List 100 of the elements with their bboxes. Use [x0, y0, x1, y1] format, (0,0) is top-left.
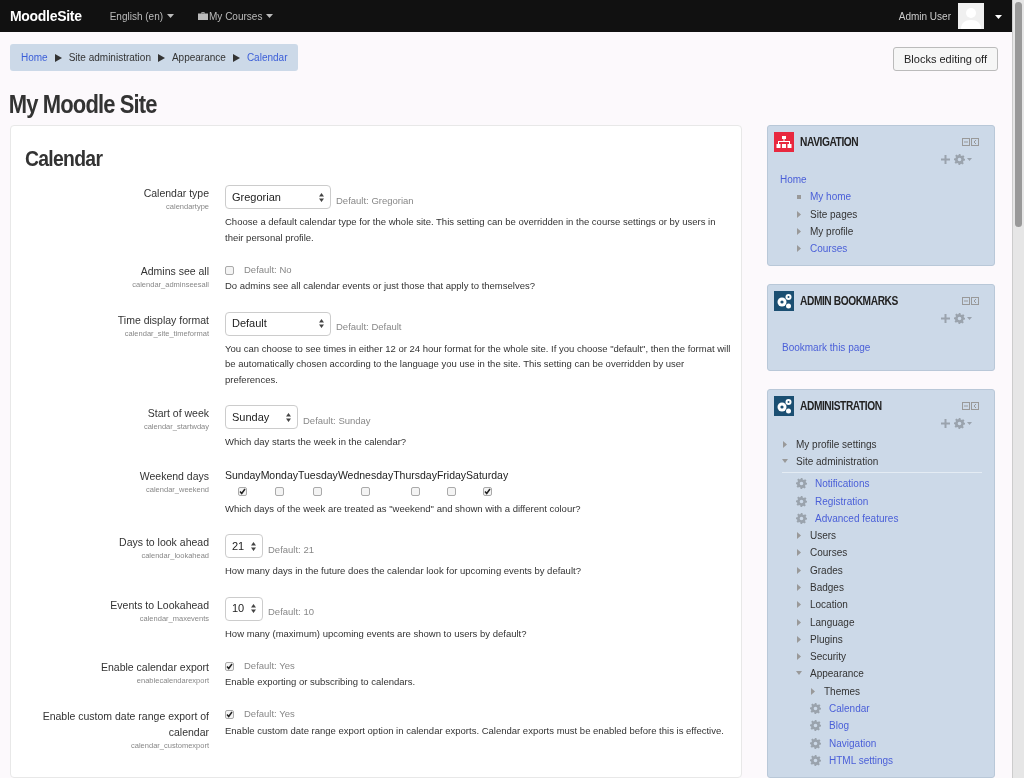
day-label: Monday	[260, 467, 298, 483]
move-icon[interactable]	[941, 155, 950, 164]
tree-item[interactable]: Appearance	[810, 666, 864, 682]
block-title: NAVIGATION	[800, 134, 859, 151]
default-note: Default: 21	[268, 542, 314, 557]
breadcrumb-item[interactable]: Appearance	[171, 50, 226, 65]
tree-item[interactable]: Language	[810, 614, 855, 630]
breadcrumb-link[interactable]: Home	[21, 50, 48, 65]
breadcrumb-item[interactable]: Site administration	[68, 50, 151, 65]
day-label: Saturday	[466, 467, 509, 483]
tree-item[interactable]: Users	[810, 528, 837, 544]
gear-icon	[796, 512, 807, 524]
spinner-icon	[319, 192, 324, 202]
tree-item[interactable]: My profile	[810, 224, 854, 240]
collapsed-arrow-icon	[796, 532, 802, 540]
checkbox[interactable]	[225, 710, 234, 719]
tree-item[interactable]: Courses	[810, 545, 848, 561]
gear-icon	[810, 754, 821, 766]
page-heading: Calendar	[25, 146, 104, 172]
checkbox[interactable]	[225, 661, 234, 671]
setting-label: Enable custom date range export of calendar	[41, 708, 209, 740]
default-note: Default: Yes	[244, 707, 295, 722]
tree-item[interactable]: Site pages	[810, 206, 858, 222]
checkbox[interactable]	[274, 486, 284, 496]
setting-description: Which days of the week are treated as "weekend" and shown with a different colour?	[225, 501, 582, 516]
gear-menu[interactable]	[954, 418, 972, 430]
setting-label: Events to Lookahead	[109, 597, 209, 613]
select-field[interactable]: Gregorian	[225, 185, 331, 209]
spinner-icon	[251, 541, 256, 551]
gear-menu[interactable]	[954, 154, 972, 165]
tree-link[interactable]: My home	[810, 189, 852, 205]
collapsed-arrow-icon	[796, 618, 802, 626]
tree-link[interactable]: Notifications	[815, 476, 870, 492]
checkbox[interactable]	[361, 486, 370, 496]
tree-link[interactable]: Advanced features	[815, 510, 899, 526]
dock-icon[interactable]	[962, 138, 979, 146]
gear-icon	[810, 720, 821, 732]
collapsed-arrow-icon	[796, 245, 802, 253]
setting-description: Which day starts the week in the calendar?	[225, 435, 408, 449]
spinner-icon	[251, 604, 256, 613]
tree-link[interactable]: HTML settings	[829, 752, 894, 768]
collapsed-arrow-icon	[796, 584, 802, 591]
tree-item[interactable]: Plugins	[810, 631, 843, 647]
tree-link[interactable]: Registration	[815, 493, 869, 509]
menu-link[interactable]: English (en)	[109, 8, 175, 24]
gears-icon	[774, 396, 794, 417]
caret-icon	[967, 422, 972, 426]
move-icon[interactable]	[941, 314, 950, 324]
bookmark-link[interactable]: Bookmark this page	[782, 342, 871, 354]
default-note: Default: Yes	[244, 658, 295, 673]
checkbox[interactable]	[225, 265, 234, 275]
collapsed-arrow-icon	[796, 601, 802, 609]
brand-link[interactable]: MoodleSite	[10, 5, 82, 27]
tree-item[interactable]: Badges	[810, 580, 844, 595]
tree-item[interactable]: Location	[810, 597, 848, 613]
tree-item[interactable]: Themes	[824, 683, 861, 699]
setting-label: Weekend days	[138, 468, 209, 484]
checkbox[interactable]	[410, 486, 420, 496]
checkbox[interactable]	[313, 486, 323, 496]
tree-link[interactable]: Blog	[829, 718, 849, 734]
default-note: Default: 10	[268, 605, 314, 620]
setting-label: Time display format	[116, 312, 209, 328]
tree-link[interactable]: Courses	[810, 241, 848, 257]
tree-item[interactable]: Grades	[810, 562, 843, 578]
user-name[interactable]: Admin User	[898, 8, 951, 24]
setting-label: Start of week	[146, 406, 209, 421]
collapsed-arrow-icon	[796, 549, 802, 557]
breadcrumb-link[interactable]: Calendar	[246, 50, 288, 65]
gear-icon	[954, 154, 965, 165]
editing-button[interactable]: Blocks editing off	[893, 47, 998, 71]
setting-description: Do admins see all calendar events or just those that apply to themselves?	[225, 279, 536, 293]
select-field[interactable]: 10	[225, 596, 263, 621]
gear-menu[interactable]	[954, 313, 972, 325]
caret-icon	[995, 14, 1002, 19]
collapsed-arrow-icon	[810, 687, 816, 695]
default-note: Default: No	[244, 262, 292, 277]
day-label: Friday	[436, 467, 467, 483]
move-icon[interactable]	[941, 419, 950, 429]
collapsed-arrow-icon	[782, 440, 788, 448]
tree-link[interactable]: Navigation	[829, 735, 877, 751]
tree-link[interactable]: Calendar	[829, 701, 870, 717]
site-title: My Moodle Site	[7, 89, 158, 119]
tree-link[interactable]: Home	[780, 172, 807, 188]
checkbox[interactable]	[238, 486, 248, 496]
select-field[interactable]: Default	[225, 311, 331, 336]
default-note: Default: Sunday	[303, 413, 371, 428]
dock-icon[interactable]	[962, 297, 979, 306]
separator-arrow-icon	[54, 53, 62, 62]
select-field[interactable]: 21	[225, 534, 263, 558]
checkbox[interactable]	[447, 486, 456, 496]
caret-icon	[967, 317, 972, 321]
tree-item[interactable]: Site administration	[796, 453, 879, 469]
checkbox[interactable]	[482, 486, 492, 496]
menu-link[interactable]: My Courses	[198, 8, 274, 24]
collapsed-arrow-icon	[796, 653, 802, 661]
tree-item[interactable]: Security	[810, 649, 847, 665]
select-field[interactable]: Sunday	[225, 405, 298, 429]
collapsed-arrow-icon	[796, 566, 802, 574]
dock-icon[interactable]	[962, 402, 979, 411]
tree-item[interactable]: My profile settings	[796, 436, 877, 452]
